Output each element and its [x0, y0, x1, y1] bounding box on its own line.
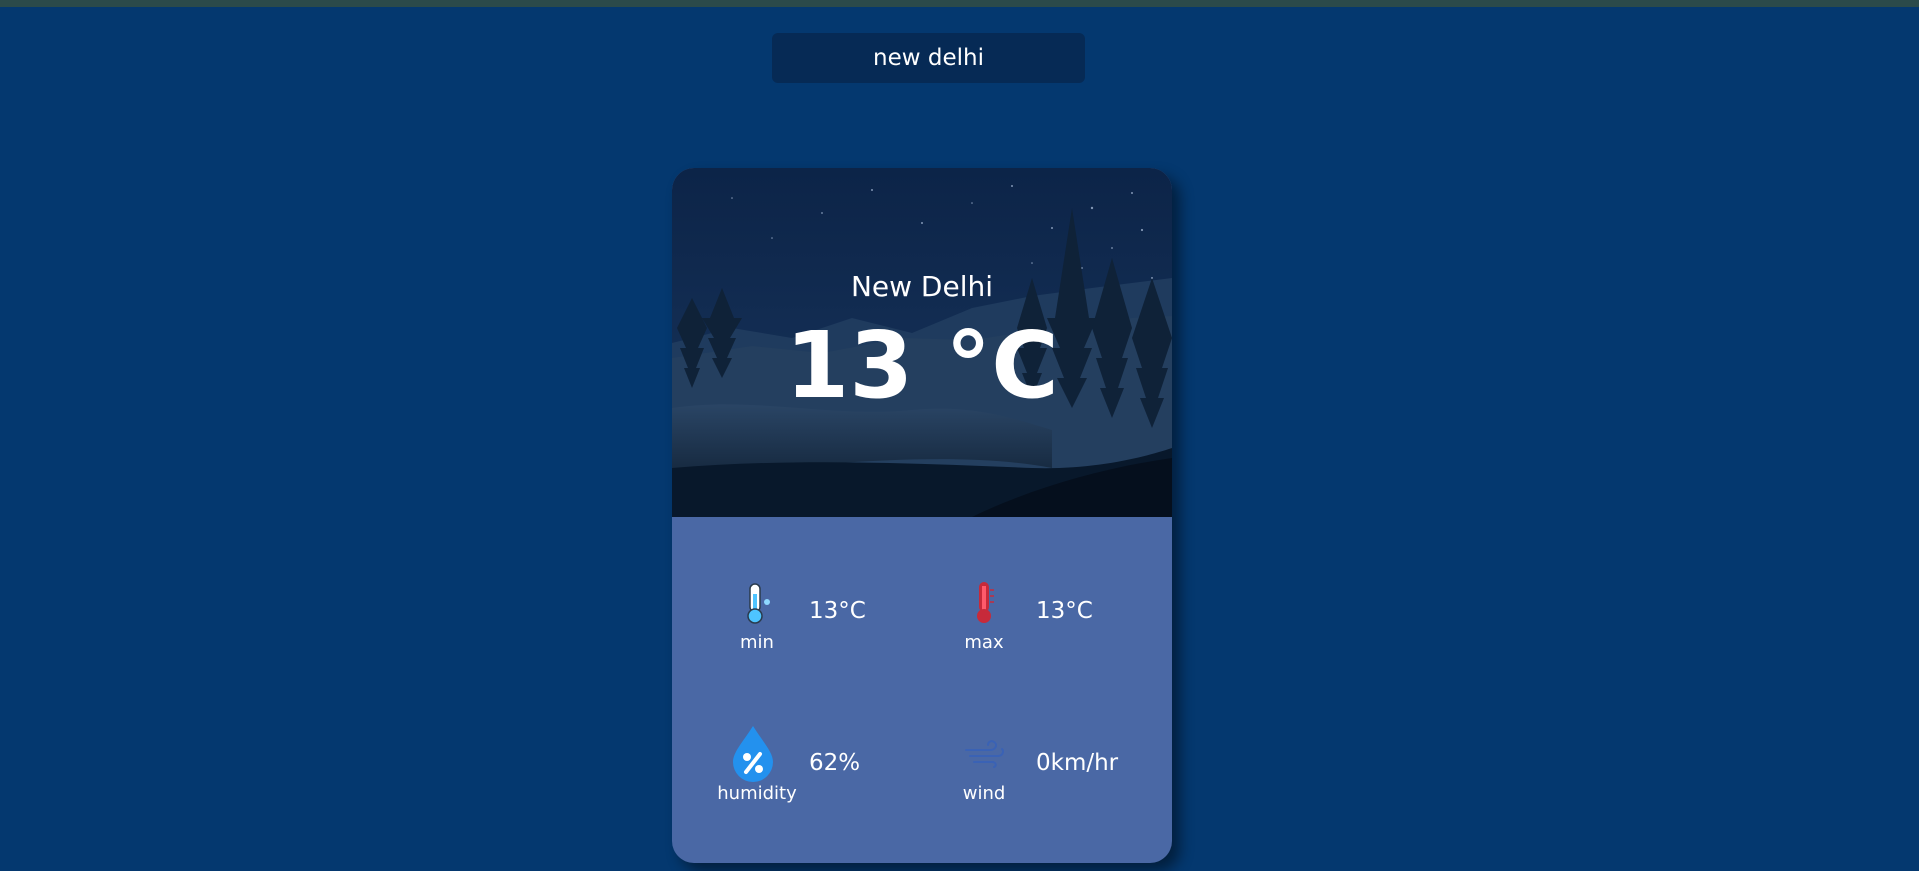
current-temperature: 13 °C: [785, 312, 1059, 419]
thermometer-cold-icon: [747, 583, 770, 624]
search-input[interactable]: [772, 32, 1085, 84]
wind-label: wind: [962, 783, 1006, 804]
humidity-value: 62%: [809, 750, 861, 776]
max-value: 13°C: [1036, 598, 1093, 624]
max-label: max: [964, 632, 1004, 653]
weather-card: New Delhi 13 °C min 13°C max 13°C humidi…: [672, 168, 1172, 863]
search-box[interactable]: [772, 32, 1085, 84]
min-label: min: [740, 632, 774, 653]
wind-value: 0km/hr: [1036, 750, 1119, 776]
top-bar: [0, 0, 1919, 7]
city-name: New Delhi: [850, 270, 994, 303]
humidity-drop-icon: [733, 726, 773, 782]
thermometer-hot-icon: [977, 582, 994, 623]
humidity-label: humidity: [717, 783, 797, 804]
weather-hero: New Delhi 13 °C: [672, 168, 1172, 517]
wind-icon: [965, 740, 1004, 768]
min-value: 13°C: [809, 598, 866, 624]
